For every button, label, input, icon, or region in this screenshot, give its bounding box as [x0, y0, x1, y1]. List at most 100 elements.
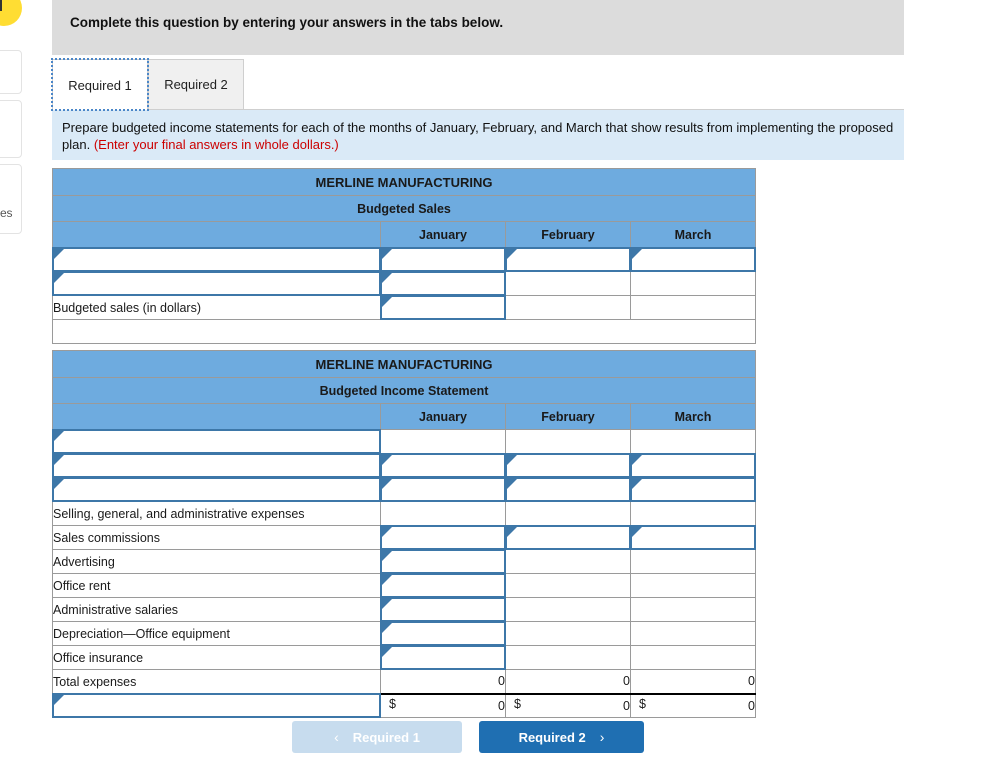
- sales-row1-label-input-box[interactable]: [52, 271, 381, 296]
- dropdown-marker-icon: [382, 647, 392, 657]
- income-row1-label-input-box[interactable]: [52, 453, 381, 478]
- income-row2-input-1[interactable]: [505, 477, 631, 502]
- sales-row0-input-2[interactable]: [630, 247, 756, 272]
- sales-row0-input-1[interactable]: [505, 247, 631, 272]
- sales-row0-input-0-box[interactable]: [380, 247, 506, 272]
- income-row2-label-input-box[interactable]: [52, 477, 381, 502]
- income-statement: Budgeted Income Statement: [52, 377, 756, 404]
- income-row0-label-input-box[interactable]: [52, 429, 381, 454]
- prev-required-1-button[interactable]: ‹ Required 1: [292, 721, 462, 753]
- income-row4-input-0-box[interactable]: [380, 525, 506, 550]
- income-row8-input-0[interactable]: [380, 621, 506, 646]
- income-row1-label-input[interactable]: [52, 453, 381, 478]
- instruction-note: (Enter your final answers in whole dolla…: [93, 137, 339, 152]
- income-row1-input-1[interactable]: [505, 453, 631, 478]
- income-row6-input-0-box[interactable]: [380, 573, 506, 598]
- income-row1-input-2-box[interactable]: [630, 453, 756, 478]
- income-row0-cell-1: [505, 429, 631, 454]
- tab-required-2[interactable]: Required 2: [148, 59, 244, 110]
- income-row2-input-1-box[interactable]: [505, 477, 631, 502]
- income-row1-input-0-box[interactable]: [380, 453, 506, 478]
- sidebar-card-2[interactable]: [0, 100, 22, 158]
- income-row8-cell-2: [630, 621, 756, 646]
- income-row4-input-1-box[interactable]: [505, 525, 631, 550]
- sales-row1-label-input[interactable]: [52, 271, 381, 296]
- sales-row0-input-2-box[interactable]: [630, 247, 756, 272]
- income-row5-cell-2: [630, 549, 756, 574]
- sales-header-blank: [52, 221, 381, 248]
- income-row1-input-1-box[interactable]: [505, 453, 631, 478]
- income-row2-input-0-box[interactable]: [380, 477, 506, 502]
- sales-row0-input-1-box[interactable]: [505, 247, 631, 272]
- income-row5-input-0[interactable]: [380, 549, 506, 574]
- sales-row1-input-0[interactable]: [380, 271, 506, 296]
- next-button-label: Required 2: [518, 729, 586, 745]
- income-company: MERLINE MANUFACTURING: [52, 350, 756, 378]
- notification-badge-icon: [0, 0, 22, 26]
- question-prompt-bar: Complete this question by entering your …: [52, 0, 904, 55]
- next-required-2-button[interactable]: Required 2 ›: [479, 721, 644, 753]
- dropdown-marker-icon: [54, 273, 64, 283]
- income-row0-cell-2: [630, 429, 756, 454]
- income-row1-input-0[interactable]: [380, 453, 506, 478]
- dropdown-marker-icon: [507, 479, 517, 489]
- income-row6-cell-1: [505, 573, 631, 598]
- sales-spacer-cell: [52, 319, 756, 344]
- sales-row2-input-0[interactable]: [380, 295, 506, 320]
- income-row7-cell-2: [630, 597, 756, 622]
- income-row3-cell-1: [505, 501, 631, 526]
- income-row6-label: Office rent: [52, 573, 381, 598]
- table-row: [52, 271, 756, 296]
- chevron-left-icon: ‹: [334, 729, 339, 745]
- income-row4-input-1[interactable]: [505, 525, 631, 550]
- badge-exclamation-icon: [0, 0, 2, 11]
- dropdown-marker-icon: [54, 249, 64, 259]
- income-row4-input-2[interactable]: [630, 525, 756, 550]
- income-row7-input-0-box[interactable]: [380, 597, 506, 622]
- income-row9-input-0[interactable]: [380, 645, 506, 670]
- tab-required-2-label: Required 2: [164, 77, 228, 92]
- table-row: Office rent: [52, 573, 756, 598]
- dropdown-marker-icon: [382, 249, 392, 259]
- sales-header-february: February: [505, 221, 631, 248]
- table-row: [52, 247, 756, 272]
- sales-row2-cell-1: [505, 295, 631, 320]
- sales-company: MERLINE MANUFACTURING: [52, 168, 756, 196]
- dropdown-marker-icon: [54, 455, 64, 465]
- income-row2-input-2-box[interactable]: [630, 477, 756, 502]
- income-row2-input-0[interactable]: [380, 477, 506, 502]
- sales-row0-label-input-box[interactable]: [52, 247, 381, 272]
- income-subtitle-row: Budgeted Income Statement: [52, 377, 756, 404]
- sidebar-card-3[interactable]: [0, 164, 22, 234]
- income-row8-input-0-box[interactable]: [380, 621, 506, 646]
- sales-row1-input-0-box[interactable]: [380, 271, 506, 296]
- net-income-label-input-box[interactable]: [52, 693, 381, 718]
- income-row9-input-0-box[interactable]: [380, 645, 506, 670]
- income-row7-input-0[interactable]: [380, 597, 506, 622]
- income-row6-input-0[interactable]: [380, 573, 506, 598]
- income-row2-label-input[interactable]: [52, 477, 381, 502]
- income-row2-input-2[interactable]: [630, 477, 756, 502]
- net-income-row: $0 $0 $0: [52, 692, 756, 718]
- income-title-row: MERLINE MANUFACTURING: [52, 350, 756, 378]
- tab-required-1[interactable]: Required 1: [51, 58, 149, 111]
- sales-row0-label-input[interactable]: [52, 247, 381, 272]
- table-gap-row: [52, 343, 756, 351]
- dropdown-marker-icon: [507, 455, 517, 465]
- income-row4-input-0[interactable]: [380, 525, 506, 550]
- dropdown-marker-icon: [382, 479, 392, 489]
- sales-row2-input-0-box[interactable]: [380, 295, 506, 320]
- net-income-label-input[interactable]: [52, 693, 381, 718]
- worksheet: MERLINE MANUFACTURING Budgeted Sales Janua…: [52, 168, 756, 718]
- sidebar-card-1[interactable]: [0, 50, 22, 94]
- income-row4-input-2-box[interactable]: [630, 525, 756, 550]
- page-root: es Complete this question by entering yo…: [0, 0, 981, 762]
- income-row1-input-2[interactable]: [630, 453, 756, 478]
- dropdown-marker-icon: [54, 695, 64, 705]
- income-row5-input-0-box[interactable]: [380, 549, 506, 574]
- dropdown-marker-icon: [382, 551, 392, 561]
- sales-row0-input-0[interactable]: [380, 247, 506, 272]
- income-row0-label-input[interactable]: [52, 429, 381, 454]
- total-expenses-value-1: 0: [505, 669, 631, 694]
- sales-header-january: January: [380, 221, 506, 248]
